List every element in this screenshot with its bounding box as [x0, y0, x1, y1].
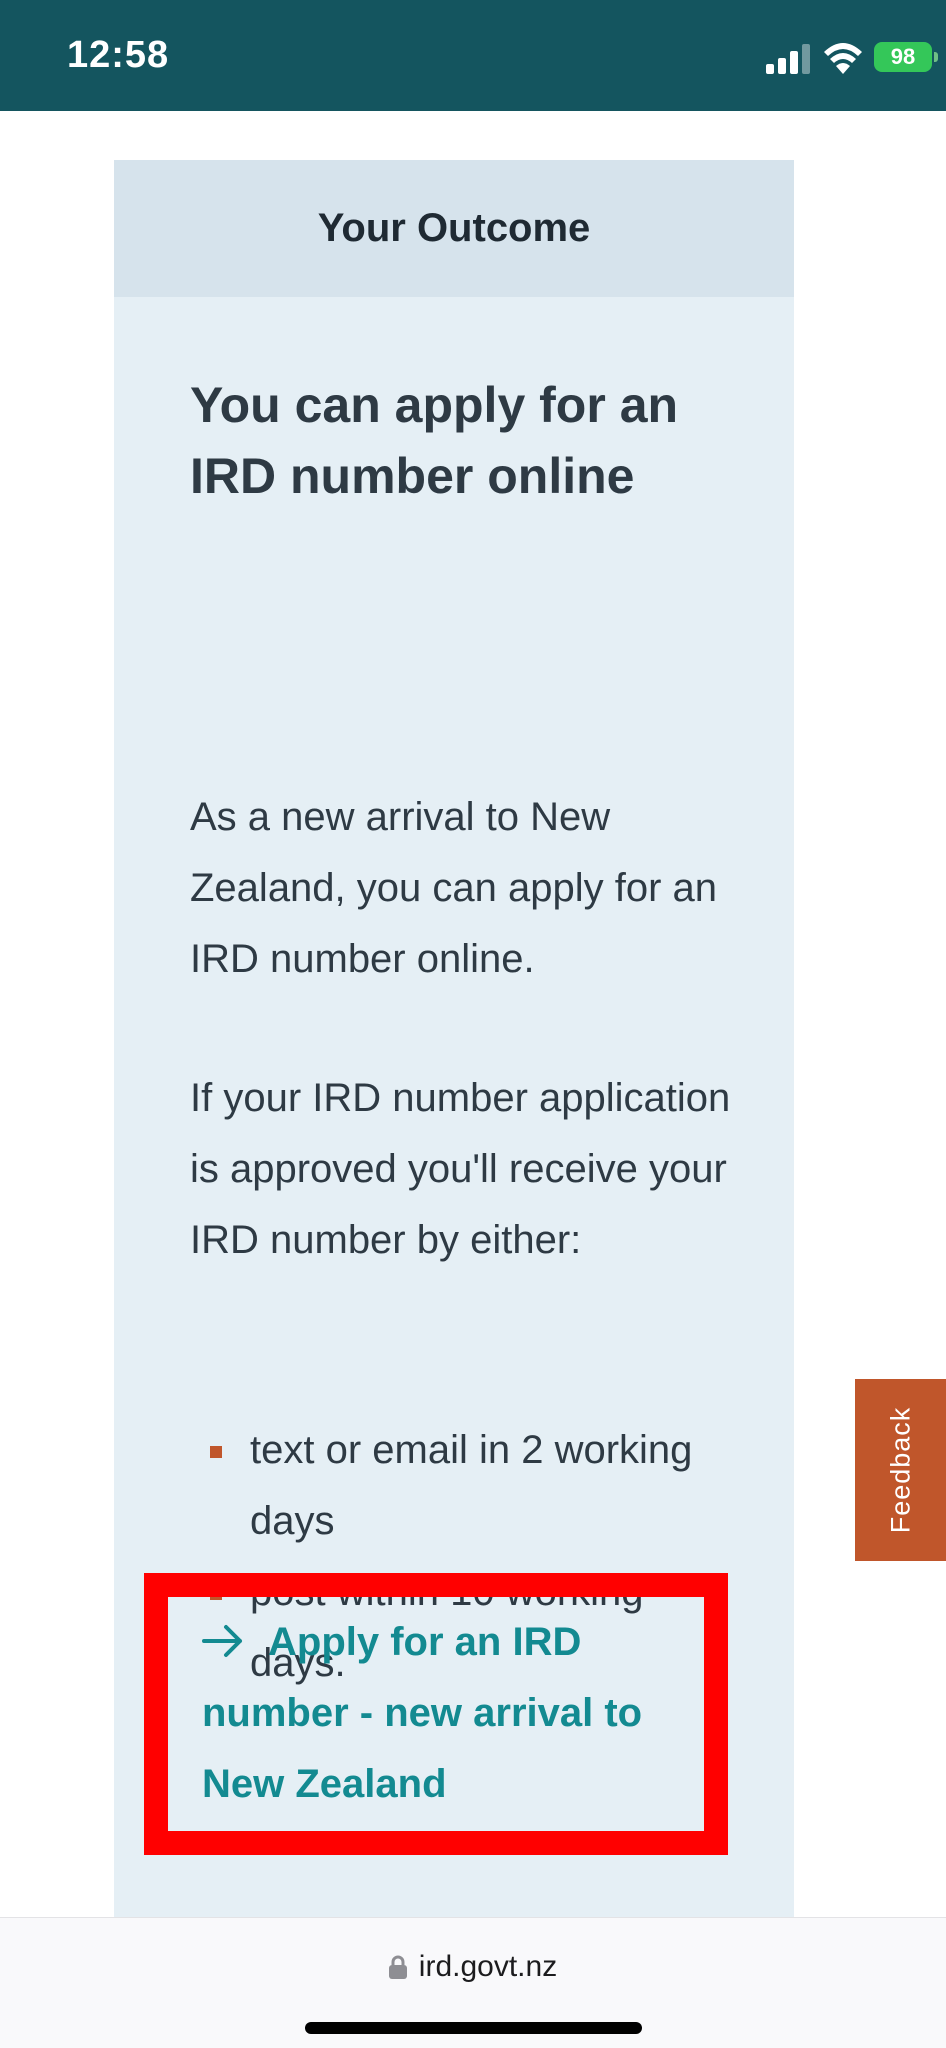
outcome-paragraph-2: If your IRD number application is approv… — [190, 1076, 731, 1262]
status-icons: 98 — [726, 0, 946, 111]
battery-icon: 98 — [874, 42, 938, 72]
feedback-label: Feedback — [885, 1406, 915, 1534]
url-bar[interactable]: ird.govt.nz — [0, 1917, 946, 2048]
status-bar: 12:58 98 — [0, 0, 946, 111]
apply-link-label: Apply for an IRD number - new arrival to… — [202, 1620, 643, 1806]
list-item-text: text or email in 2 working days — [250, 1428, 693, 1543]
list-item: text or email in 2 working days — [190, 1415, 750, 1557]
outcome-header: Your Outcome — [114, 160, 794, 297]
arrow-right-icon — [202, 1625, 242, 1657]
url-content[interactable]: ird.govt.nz — [0, 1950, 946, 1984]
lock-icon — [388, 1955, 407, 1979]
outcome-paragraph-1: As a new arrival to New Zealand, you can… — [190, 795, 718, 981]
feedback-tab[interactable]: Feedback — [855, 1379, 946, 1561]
signal-icon — [766, 44, 810, 74]
apply-link[interactable]: Apply for an IRD number - new arrival to… — [202, 1607, 702, 1820]
status-time: 12:58 — [67, 34, 170, 76]
wifi-icon — [824, 43, 862, 74]
battery-level: 98 — [890, 44, 916, 69]
bullet-icon — [210, 1446, 222, 1458]
url-domain: ird.govt.nz — [418, 1950, 558, 1983]
outcome-heading: You can apply for an IRD number online — [190, 377, 679, 504]
home-indicator[interactable] — [305, 2022, 642, 2034]
